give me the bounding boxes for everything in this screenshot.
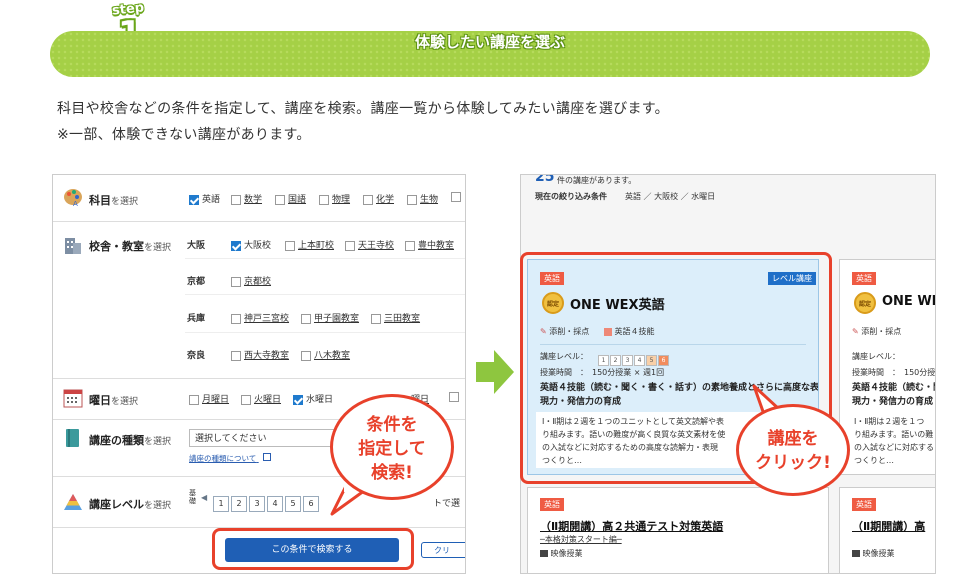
school-row: 校舎・教室を選択 大阪 大阪校 上本町校 天王寺校 豊中教室 京都 京都校 兵庫… xyxy=(53,222,465,379)
subject-option-japanese[interactable]: 国語 xyxy=(275,192,306,205)
course-type-help-link[interactable]: 講座の種類について xyxy=(189,453,271,464)
weekday-label: 曜日を選択 xyxy=(89,394,139,407)
calendar-icon xyxy=(63,389,83,408)
course-card-common-test[interactable]: 英語 （Ⅱ期開講）高２共通テスト対策英語 ─本格対策スタート編─ 映像授業 xyxy=(527,487,829,573)
weekday-option-monday[interactable]: 月曜日 xyxy=(189,392,229,405)
school-option-saidaiji[interactable]: 西大寺教室 xyxy=(231,348,289,361)
subject-tag: 英語 xyxy=(540,498,564,511)
course-type-label: 講座の種類を選択 xyxy=(89,434,172,447)
course-card-4[interactable]: 英語 （Ⅱ期開講）高 映像授業 xyxy=(839,487,935,573)
level-tail-text: トで選 xyxy=(433,499,461,509)
subject-tag: 英語 xyxy=(852,272,876,285)
level-number[interactable]: 1 xyxy=(213,496,229,512)
level-prev-icon[interactable]: ◀ xyxy=(201,493,207,502)
video-icon xyxy=(540,550,548,557)
subject-option-english[interactable]: 英語 xyxy=(189,192,220,205)
result-count-number: 25 xyxy=(535,174,555,185)
level-number[interactable]: 3 xyxy=(249,496,265,512)
course-description-line: Ⅰ・Ⅱ期は２週を１つ xyxy=(854,417,925,426)
school-option-kobe[interactable]: 神戸三宮校 xyxy=(231,311,289,324)
course-headline-2: 現力・発信力の育成 xyxy=(852,397,934,407)
pref-osaka: 大阪 xyxy=(187,241,206,251)
school-option-kyoto[interactable]: 京都校 xyxy=(231,274,271,287)
course-description-line: つくりと… xyxy=(854,456,894,465)
video-icon xyxy=(852,550,860,557)
school-option-koshien[interactable]: 甲子園教室 xyxy=(301,311,359,324)
subject-option-physics[interactable]: 物理 xyxy=(319,192,350,205)
class-time: 授業時間 ： 150分授 xyxy=(852,368,936,377)
school-option-uehonmachi[interactable]: 上本町校 xyxy=(285,238,334,251)
level-number[interactable]: 5 xyxy=(285,496,301,512)
weekday-option-wednesday[interactable]: 水曜日 xyxy=(293,392,333,405)
course-description-line: り組みます。語いの難 xyxy=(854,430,934,439)
course-title[interactable]: （Ⅱ期開講）高２共通テスト対策英語 xyxy=(540,518,723,534)
course-callout: 講座を クリック! xyxy=(736,404,850,496)
course-subtitle: ─本格対策スタート編─ xyxy=(540,535,622,544)
arrow-right-icon xyxy=(476,350,514,394)
level-number[interactable]: 6 xyxy=(303,496,319,512)
palette-icon: A xyxy=(64,189,82,207)
subject-option-math[interactable]: 数学 xyxy=(231,192,262,205)
level-number[interactable]: 2 xyxy=(231,496,247,512)
result-count-text: 件の講座があります。 xyxy=(557,176,637,185)
step-title: 体験したい講座を選ぶ xyxy=(414,33,565,51)
subject-option-more[interactable] xyxy=(451,192,464,203)
filter-values: 英語 ／ 大阪校 ／ 水曜日 xyxy=(625,192,716,201)
search-panel: A 科目を選択 英語 数学 国語 物理 化学 生物 校舎・教室を選択 大阪 大阪… xyxy=(52,174,466,574)
feature-correction: ✎ 添削・採点 xyxy=(852,327,902,336)
course-level-label: 講座レベル： xyxy=(852,352,900,361)
filter-label: 現在の絞り込み条件 xyxy=(535,192,607,201)
subject-tag: 英語 xyxy=(852,498,876,511)
subject-option-biology[interactable]: 生物 xyxy=(407,192,438,205)
subject-option-chemistry[interactable]: 化学 xyxy=(363,192,394,205)
book-icon xyxy=(66,429,79,447)
course-type: 映像授業 xyxy=(852,548,895,559)
course-type: 映像授業 xyxy=(540,548,583,559)
level-label: 講座レベルを選択 xyxy=(89,498,172,511)
certified-badge-text: 認定 xyxy=(858,301,871,308)
course-type-select[interactable]: 選択してください xyxy=(189,429,349,447)
subject-label: 科目を選択 xyxy=(89,194,139,207)
weekday-option-more[interactable] xyxy=(449,392,462,403)
course-description-line: の入試などに対応する xyxy=(854,443,934,452)
level-basic-label: 基礎 xyxy=(189,489,196,505)
school-label: 校舎・教室を選択 xyxy=(89,240,172,253)
svg-text:A: A xyxy=(73,200,78,207)
pref-hyogo: 兵庫 xyxy=(187,314,206,324)
pyramid-icon xyxy=(64,494,82,510)
weekday-option-tuesday[interactable]: 火曜日 xyxy=(241,392,281,405)
search-button-highlight xyxy=(212,528,414,570)
subject-row: A 科目を選択 英語 数学 国語 物理 化学 生物 xyxy=(53,175,465,222)
school-option-sanda[interactable]: 三田教室 xyxy=(371,311,420,324)
school-option-tennoji[interactable]: 天王寺校 xyxy=(345,238,394,251)
course-title[interactable]: （Ⅱ期開講）高 xyxy=(852,518,925,534)
level-number[interactable]: 4 xyxy=(267,496,283,512)
pen-icon: ✎ xyxy=(852,327,859,336)
school-option-yagi[interactable]: 八木教室 xyxy=(301,348,350,361)
school-option-toyonaka[interactable]: 豊中教室 xyxy=(405,238,454,251)
course-title[interactable]: ONE WEX xyxy=(882,294,935,309)
description-line-1: 科目や校舎などの条件を指定して、講座を検索。講座一覧から体験してみたい講座を選び… xyxy=(57,101,669,117)
pref-nara: 奈良 xyxy=(187,351,206,361)
school-option-osaka[interactable]: 大阪校 xyxy=(231,238,271,251)
description-line-2: ※一部、体験できない講座があります。 xyxy=(57,127,311,143)
course-card-one-wex-2[interactable]: 英語 認定 ONE WEX ✎ 添削・採点 講座レベル： 授業時間 ： 150分… xyxy=(839,259,936,475)
building-icon xyxy=(65,238,81,254)
search-callout: 条件を 指定して 検索! xyxy=(330,394,454,500)
course-headline-1: 英語４技能（読む・聞 xyxy=(852,383,936,393)
pref-kyoto: 京都 xyxy=(187,277,206,287)
clear-button[interactable]: クリ xyxy=(421,542,465,558)
level-number-list: 123456 xyxy=(213,491,321,512)
